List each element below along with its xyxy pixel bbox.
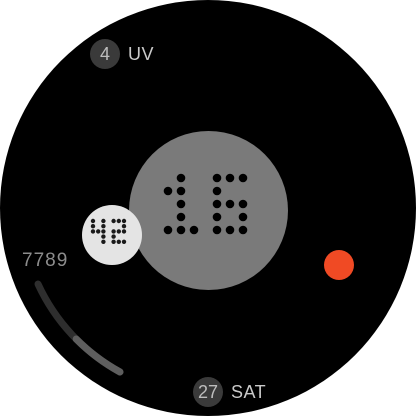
minute-digit-dot (111, 229, 116, 234)
hour-digit-dot (163, 186, 173, 196)
hour-digit-dot (176, 173, 186, 183)
dial-overlay (34, 173, 248, 376)
minute-digit-dot (101, 218, 106, 224)
minute-digit-dot (121, 239, 127, 244)
watch-face: 4 UV 7789 27 SAT (0, 0, 416, 416)
minute-digit-dot (90, 224, 96, 229)
steps-arc-fill (34, 280, 124, 376)
hour-digit-dot (238, 199, 248, 209)
hour-digit-dot (225, 173, 235, 183)
steps-arc-track (34, 280, 124, 376)
hour-digit-dot (176, 186, 186, 196)
hour-digits (163, 173, 248, 235)
minute-digit-dot (111, 218, 116, 224)
minute-digit-dot (121, 224, 127, 229)
minute-digit-dot (121, 218, 127, 224)
date-complication[interactable]: 27 SAT (193, 377, 266, 407)
date-weekday: SAT (231, 381, 267, 402)
minute-digit-dot (101, 224, 106, 229)
minute-digit-dot (101, 239, 106, 244)
minute-digit-dot (90, 218, 96, 224)
hour-digit-dot (225, 199, 235, 209)
hour-digit-dot (176, 225, 186, 235)
hour-digit-dot (212, 225, 222, 235)
hour-digit-dot (238, 173, 248, 183)
hour-digit-dot (176, 199, 186, 209)
minute-digit-dot (90, 229, 96, 234)
minute-digit-dot (111, 234, 116, 239)
minute-digit-dot (116, 218, 122, 224)
minute-digit-dot (96, 229, 101, 234)
hour-digit-dot (212, 212, 222, 222)
steps-count: 7789 (22, 250, 69, 271)
watch-dial: 4 UV 7789 27 SAT (0, 0, 416, 416)
hour-digit-dot (212, 186, 222, 196)
hour-digit-dot (163, 225, 173, 235)
minute-digit-dot (116, 239, 122, 244)
second-dot-icon (324, 250, 354, 280)
hour-digit-dot (212, 173, 222, 183)
date-day: 27 (193, 377, 223, 407)
hour-digit-dot (238, 225, 248, 235)
hour-digit-dot (212, 199, 222, 209)
hour-digit-dot (189, 225, 199, 235)
hour-digit-dot (225, 225, 235, 235)
minute-digit-dot (101, 234, 106, 239)
minute-digit-dot (101, 229, 106, 234)
minute-digit-dot (111, 239, 116, 244)
minute-digit-dot (121, 229, 127, 234)
minute-digits (90, 218, 127, 244)
hour-digit-dot (176, 212, 186, 222)
hour-digit-dot (238, 212, 248, 222)
minute-digit-dot (116, 229, 122, 234)
